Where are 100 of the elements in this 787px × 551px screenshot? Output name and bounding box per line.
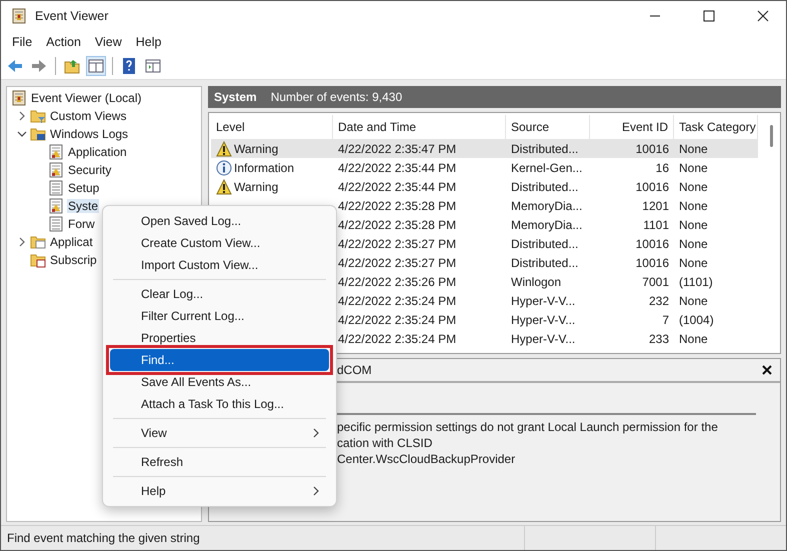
table-cell-text: 7 — [661, 312, 670, 328]
tree-item[interactable]: Windows Logs — [49, 127, 130, 141]
table-cell-text: Kernel-Gen... — [510, 160, 584, 176]
tree-item[interactable]: Syste — [67, 199, 100, 213]
tree-item[interactable]: Subscrip — [49, 253, 98, 267]
panel-icon[interactable] — [87, 57, 105, 75]
table-cell-text: Distributed... — [510, 178, 580, 196]
menu-item[interactable]: File — [5, 35, 40, 49]
status-text: Find event matching the given string — [6, 531, 201, 545]
event-log-icon — [11, 8, 27, 24]
folder-up-icon[interactable] — [63, 57, 81, 75]
window-title: Event Viewer — [35, 9, 110, 23]
expand-icon[interactable] — [17, 237, 27, 247]
table-cell-text: 10016 — [634, 254, 670, 272]
table-cell-text: 4/22/2022 2:35:27 PM — [337, 254, 458, 272]
table-cell: Warning — [211, 139, 333, 158]
table-cell-text: 4/22/2022 2:35:28 PM — [337, 198, 458, 214]
log-icon — [48, 180, 64, 196]
menu-item[interactable]: Import Custom View... — [103, 254, 336, 276]
tree-item[interactable]: Applicat — [49, 235, 94, 249]
menu-item[interactable]: Clear Log... — [103, 283, 336, 305]
table-cell-text: Winlogon — [510, 274, 562, 290]
table-cell-text: None — [678, 160, 709, 176]
collapse-icon[interactable] — [17, 129, 27, 139]
log-icon — [48, 198, 64, 214]
menu-item[interactable]: View — [103, 422, 336, 444]
table-cell-text: 16 — [654, 160, 670, 176]
tree-item[interactable]: Application — [67, 145, 128, 159]
close-icon[interactable] — [757, 10, 769, 22]
details-title: dCOM — [337, 363, 372, 377]
menu-item[interactable]: View — [88, 35, 129, 49]
warning-icon — [216, 140, 232, 156]
table-cell-text: None — [678, 198, 709, 214]
log-icon — [48, 162, 64, 178]
close-icon[interactable] — [762, 365, 772, 375]
menu-item[interactable]: Help — [103, 480, 336, 502]
table-cell-text: (1004) — [678, 312, 715, 328]
event-log-icon — [11, 90, 27, 106]
table-cell-text: (1101) — [678, 274, 714, 290]
table-cell-text: MemoryDia... — [510, 198, 584, 214]
table-cell-text: 7001 — [641, 274, 670, 290]
table-cell: 10016 — [590, 139, 674, 158]
forward-icon[interactable] — [30, 57, 48, 75]
log-icon — [48, 144, 64, 160]
menu-item[interactable]: Properties — [103, 327, 336, 349]
menu-item[interactable]: Refresh — [103, 451, 336, 473]
folder-icon — [30, 234, 46, 250]
back-icon[interactable] — [6, 57, 24, 75]
details-text: cation with CLSID — [337, 435, 432, 451]
table-cell-text: 4/22/2022 2:35:24 PM — [337, 292, 458, 310]
event-count: Number of events: 9,430 — [270, 90, 402, 104]
tree-item[interactable]: Setup — [67, 181, 100, 195]
table-cell-text: 4/22/2022 2:35:24 PM — [337, 312, 458, 328]
table-cell-text: None — [678, 330, 709, 348]
info-icon — [216, 160, 232, 176]
maximize-icon[interactable] — [703, 10, 715, 22]
table-cell-text: 4/22/2022 2:35:28 PM — [337, 216, 458, 234]
table-cell: Warning — [211, 177, 333, 196]
menu-item[interactable]: Filter Current Log... — [103, 305, 336, 327]
table-cell-text: 233 — [648, 330, 670, 348]
details-text: pecific permission settings do not grant Local Launch permission for the — [337, 419, 718, 435]
table-cell-text: 4/22/2022 2:35:26 PM — [337, 274, 458, 290]
table-cell: Information — [211, 158, 333, 177]
tree-item[interactable]: Custom Views — [49, 109, 128, 123]
table-cell-text: None — [678, 254, 709, 272]
table-cell: 4/22/2022 2:35:47 PM — [333, 139, 506, 158]
table-cell-text: MemoryDia... — [510, 216, 584, 234]
table-cell-text: 232 — [648, 292, 670, 310]
table-cell-text: None — [678, 292, 709, 310]
help-icon[interactable] — [120, 57, 138, 75]
table-cell-text: 10016 — [634, 236, 670, 252]
table-cell-text: 4/22/2022 2:35:44 PM — [337, 160, 458, 176]
folder-icon — [30, 252, 46, 268]
table-cell-text: 4/22/2022 2:35:24 PM — [337, 330, 458, 348]
table-cell: Distributed... — [506, 139, 590, 158]
panel-icon[interactable] — [144, 57, 162, 75]
table-cell-text: 4/22/2022 2:35:27 PM — [337, 236, 458, 252]
tree-item[interactable]: Security — [67, 163, 112, 177]
menu-item[interactable]: Create Custom View... — [103, 232, 336, 254]
table-cell-text: 10016 — [634, 178, 670, 196]
table-cell-text: 1201 — [641, 198, 670, 214]
table-cell-text: Hyper-V-V... — [510, 330, 576, 348]
table-cell-text: None — [678, 178, 709, 196]
menu-item[interactable]: Open Saved Log... — [103, 210, 336, 232]
folder-icon — [30, 126, 46, 142]
menu-item[interactable]: Attach a Task To this Log... — [103, 393, 336, 415]
table-cell-text: 1101 — [642, 216, 670, 234]
table-cell-text: None — [678, 216, 709, 234]
scrollbar-thumb[interactable] — [770, 125, 772, 147]
tree-item[interactable]: Forw — [67, 217, 96, 231]
log-icon — [48, 216, 64, 232]
expand-icon[interactable] — [17, 111, 27, 121]
table-cell-text: Distributed... — [510, 254, 580, 272]
menu-item[interactable]: Help — [128, 35, 168, 49]
log-name: System — [214, 90, 257, 104]
menu-item[interactable]: Save All Events As... — [103, 371, 336, 393]
details-text: Center.WscCloudBackupProvider — [337, 451, 516, 467]
folder-icon — [30, 108, 46, 124]
tree-item[interactable]: Event Viewer (Local) — [30, 91, 142, 105]
menu-item[interactable]: Action — [39, 35, 88, 49]
